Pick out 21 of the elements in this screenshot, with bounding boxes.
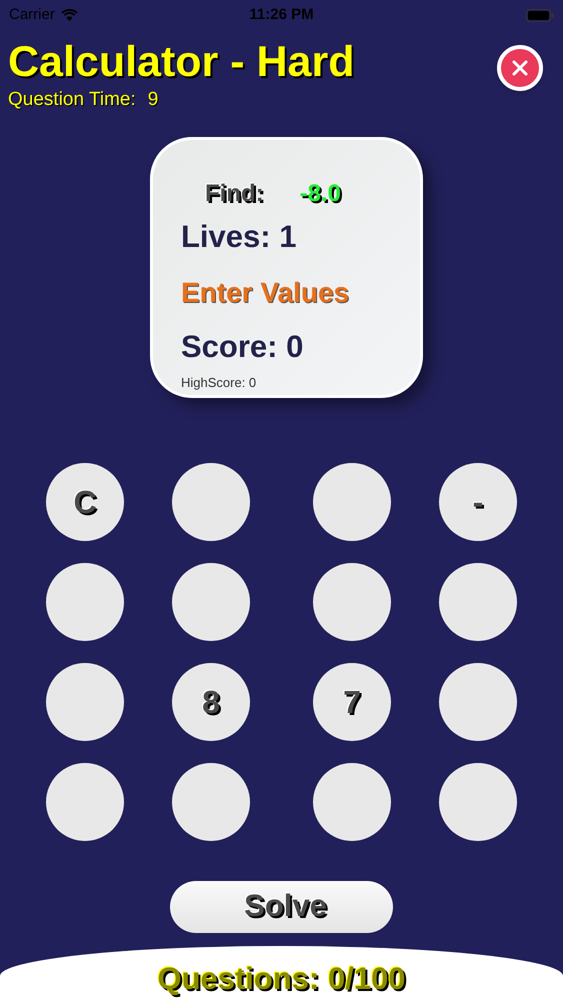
battery-icon — [526, 8, 554, 22]
wifi-icon — [60, 9, 78, 21]
target-value: -8.0 — [300, 178, 341, 208]
lives-text: Lives: 1 — [181, 218, 298, 256]
status-time: 11:26 PM — [249, 4, 314, 25]
keypad-key[interactable]: C — [46, 462, 124, 540]
question-time-value: 9 — [148, 88, 158, 112]
question-time-label: Question Time: — [8, 88, 136, 112]
carrier-label: Carrier — [9, 4, 55, 25]
find-label: Find: — [205, 178, 264, 208]
score-text: Score: 0 — [181, 328, 304, 366]
status-message: Enter Values — [181, 276, 350, 310]
close-button[interactable] — [497, 45, 543, 91]
high-score-text: HighScore: 0 — [181, 374, 258, 392]
screen-title: Calculator - Hard — [8, 40, 354, 84]
keypad-key[interactable]: - — [439, 462, 517, 540]
keypad-key[interactable]: 8 — [172, 662, 250, 740]
keypad-key[interactable]: 7 — [313, 662, 391, 740]
questions-counter: Questions: 0/100 — [157, 960, 406, 994]
solve-button[interactable]: Solve — [170, 880, 393, 932]
close-icon — [512, 60, 528, 76]
